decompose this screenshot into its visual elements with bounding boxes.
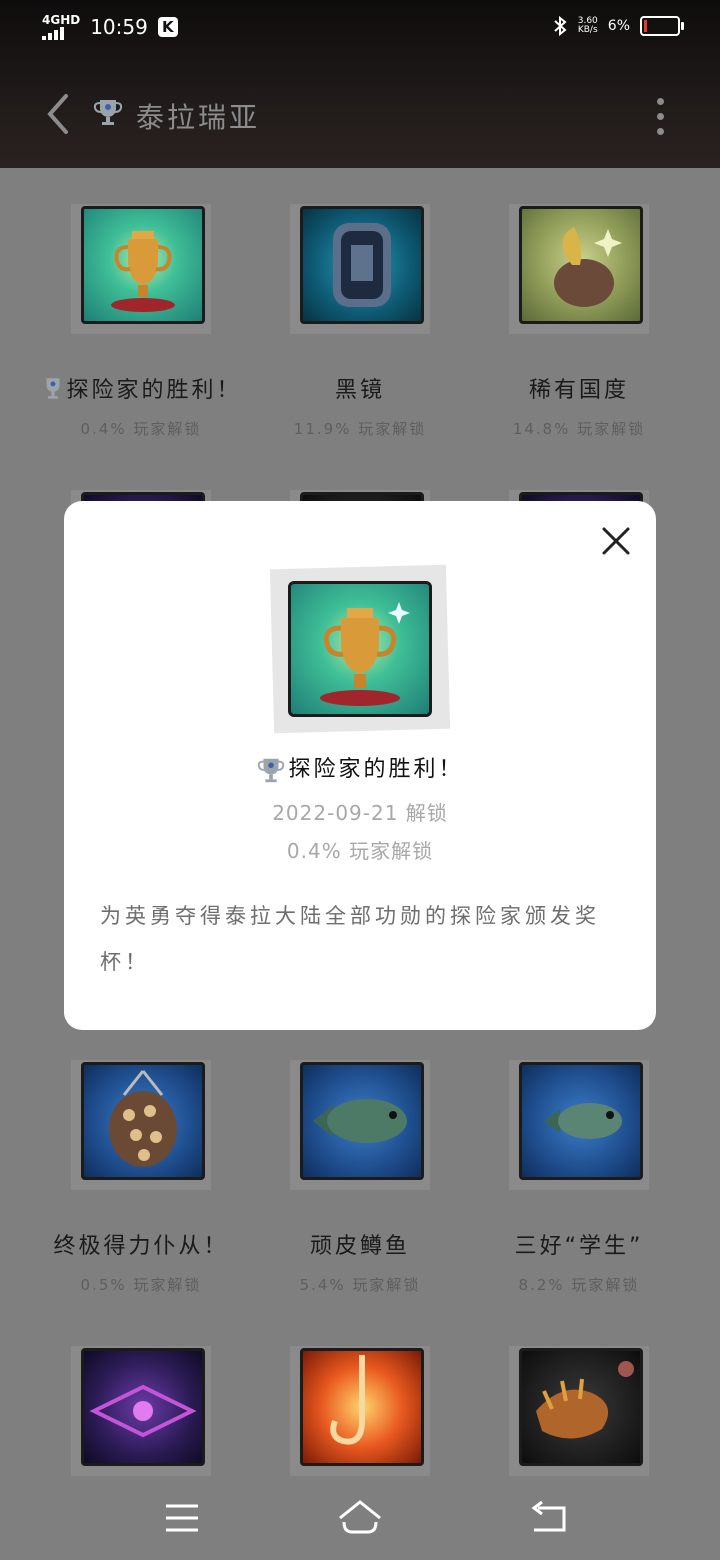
network-speed: 3.60 KB/s [577,16,598,35]
achievement-tile[interactable]: 三好“学生” 8.2% 玩家解锁 [470,1060,688,1295]
unlock-rate: 0.5% 玩家解锁 [80,1276,202,1294]
battery-icon [640,16,684,36]
achievement-tile[interactable]: 终极得力仆从！ 0.5% 玩家解锁 [32,1060,250,1295]
trout-fish-image [300,1062,424,1180]
unlock-rate: 5.4% 玩家解锁 [299,1276,421,1294]
battery-percent: 6% [607,18,630,34]
network-label: 4GHD [42,13,81,27]
back-icon[interactable] [528,1498,572,1538]
status-bar: 4GHD 10:59 K 3.60 KB/s 6% [0,0,720,56]
achievement-name: 稀有国度 [528,378,629,403]
clock: 10:59 [90,15,148,39]
trophy-urn-image [81,206,205,324]
achievement-name: 探险家的胜利！ [32,372,250,404]
purple-eye-image [81,1348,205,1466]
unlock-rate: 11.9% 玩家解锁 [293,420,427,438]
dialog-title: 探险家的胜利！ [64,751,656,785]
rare-seed-image [519,206,643,324]
achievement-description: 为英勇夺得泰拉大陆全部功勋的探险家颁发奖杯！ [100,904,600,974]
app-bar: 泰拉瑞亚 [0,70,720,160]
unlock-rate: 0.4% 玩家解锁 [80,420,202,438]
top-bar: 4GHD 10:59 K 3.60 KB/s 6% 泰拉瑞亚 [0,0,720,168]
close-icon[interactable] [600,525,632,557]
fish-image [519,1062,643,1180]
achievement-name: 终极得力仆从！ [53,1234,229,1259]
achievement-tile[interactable] [470,1346,688,1476]
page-title: 泰拉瑞亚 [136,101,261,134]
trophy-icon [46,378,60,399]
achievement-name: 三好“学生” [514,1234,644,1259]
bluetooth-icon [554,15,567,37]
system-nav-bar [0,1480,720,1560]
fire-hook-image [300,1348,424,1466]
menu-icon[interactable] [160,1498,204,1538]
app-notification-icon: K [157,17,178,37]
unlock-rate: 0.4% 玩家解锁 [286,839,434,863]
trophy-icon [93,100,123,125]
back-arrow-icon[interactable] [44,92,72,136]
achievement-tile[interactable] [251,1346,469,1476]
achievement-name: 黑镜 [334,378,385,403]
achievement-tile[interactable]: 黑镜 11.9% 玩家解锁 [251,204,469,439]
unlock-rate: 8.2% 玩家解锁 [518,1276,640,1294]
achievement-detail-dialog: 探险家的胜利！ 2022-09-21 解锁 0.4% 玩家解锁 为英勇夺得泰拉大… [64,501,656,1030]
unlock-date: 2022-09-21 解锁 [272,801,448,825]
achievement-tile[interactable]: 顽皮鳟鱼 5.4% 玩家解锁 [251,1060,469,1295]
achievement-name: 顽皮鳟鱼 [309,1234,410,1259]
home-icon[interactable] [336,1498,384,1538]
more-options-icon[interactable] [654,98,666,138]
creature-image [519,1348,643,1466]
unlock-rate: 14.8% 玩家解锁 [512,420,646,438]
signal-icon: 4GHD [42,14,80,40]
achievement-tile[interactable]: 探险家的胜利！ 0.4% 玩家解锁 [32,204,250,439]
achievement-tile[interactable] [32,1346,250,1476]
black-mirror-image [300,206,424,324]
trophy-icon [258,758,285,783]
minion-net-image [81,1062,205,1180]
achievement-tile[interactable]: 稀有国度 14.8% 玩家解锁 [470,204,688,439]
trophy-urn-image [288,581,432,717]
